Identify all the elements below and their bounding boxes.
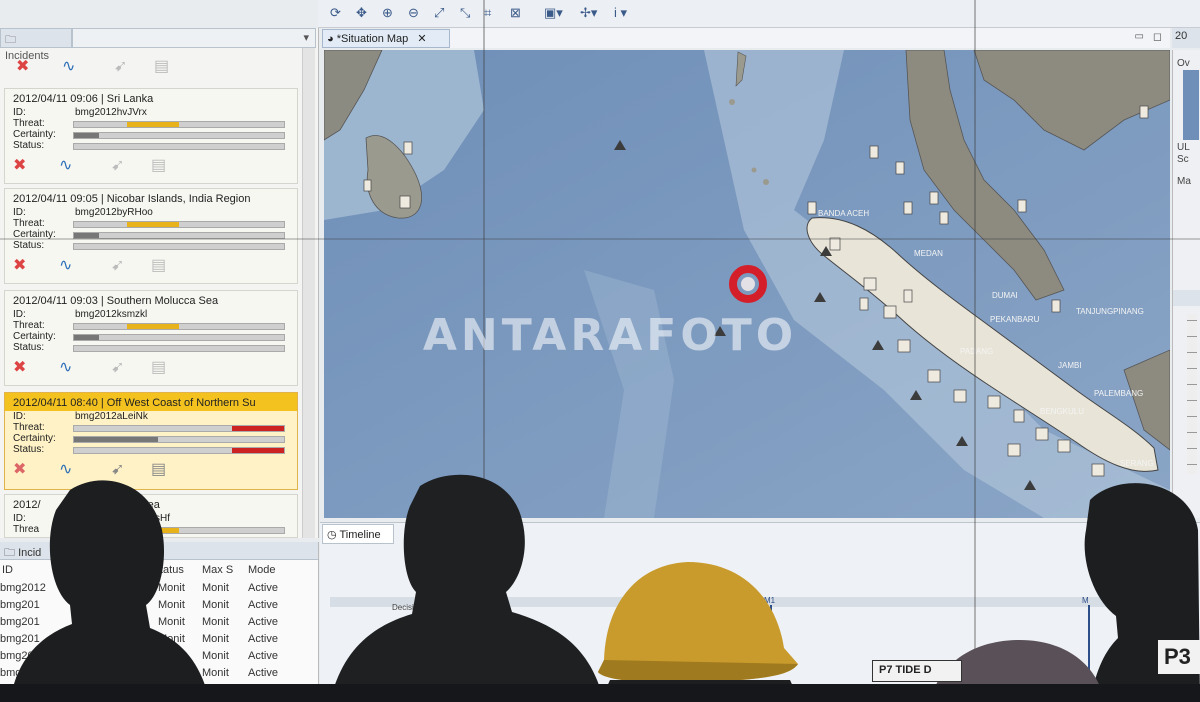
tide-sign: P7 TIDE D: [872, 660, 962, 682]
people-silhouettes: [10, 474, 1200, 702]
bottom-frame: [0, 684, 1200, 702]
sign-right: P3: [1158, 640, 1200, 674]
